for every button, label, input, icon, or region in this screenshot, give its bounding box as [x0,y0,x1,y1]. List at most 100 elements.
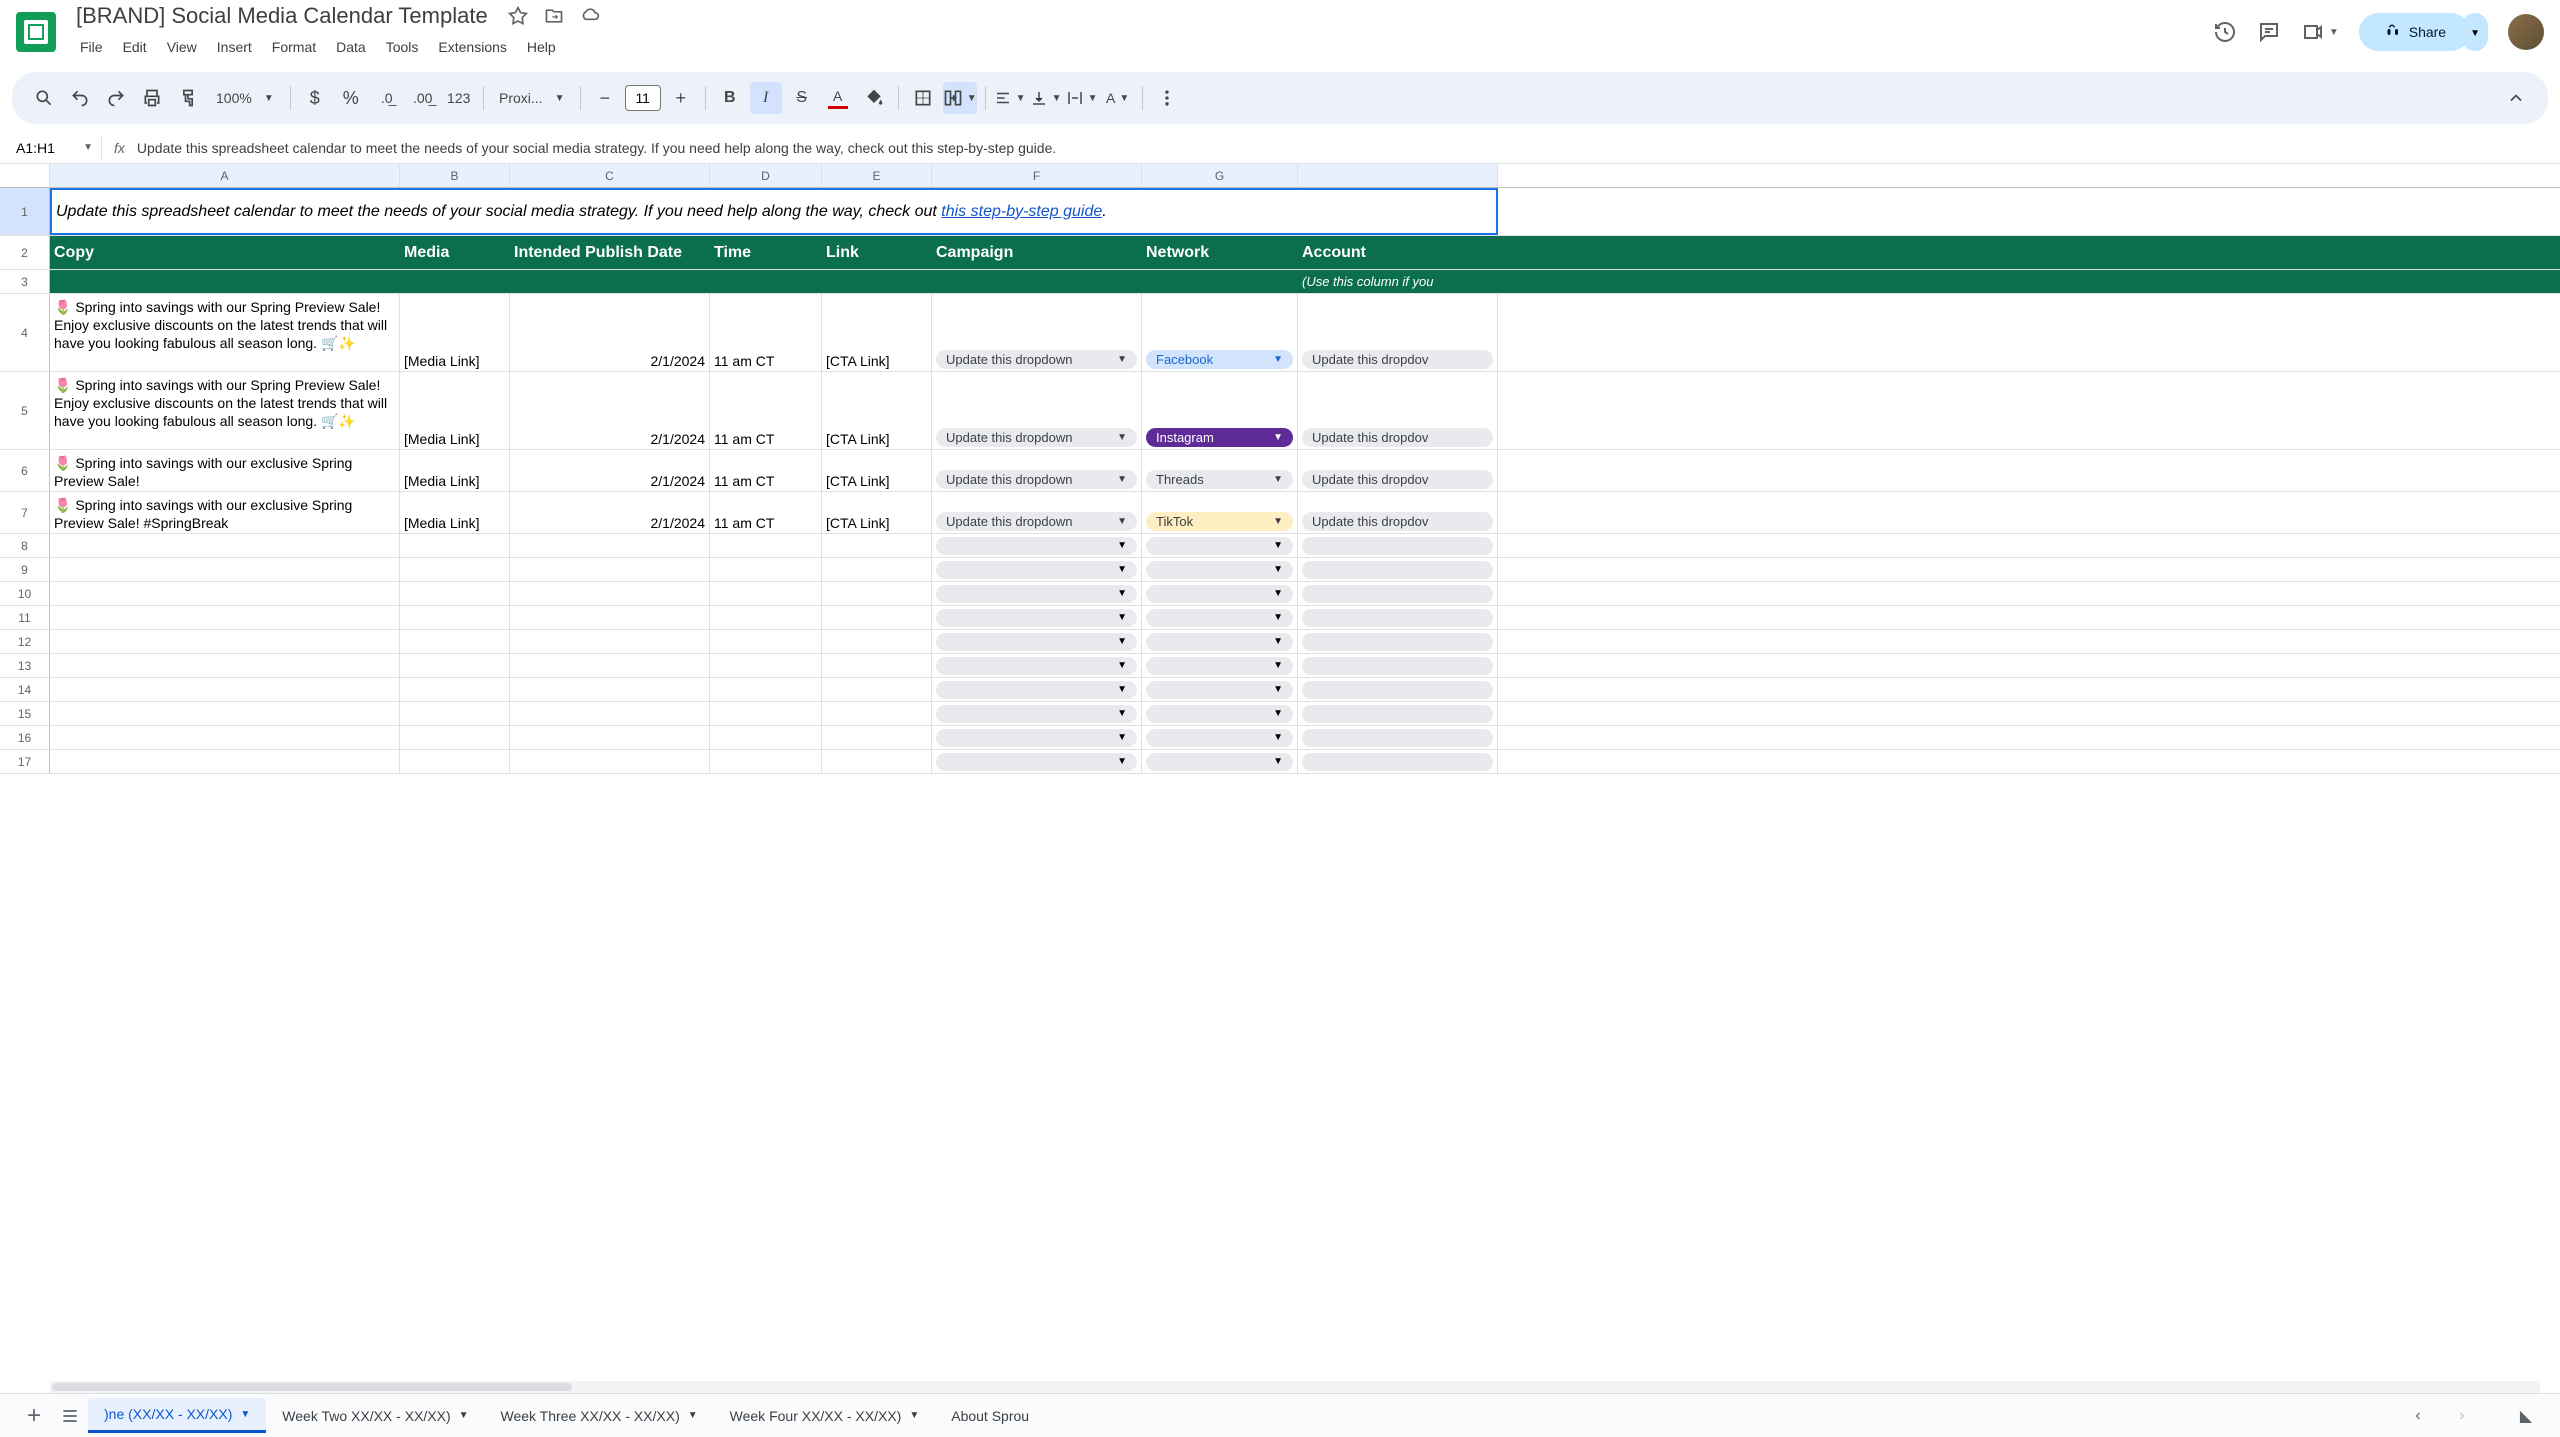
percent-icon[interactable]: % [335,82,367,114]
account-dropdown[interactable] [1302,537,1493,555]
network-dropdown[interactable]: ▼ [1146,609,1293,627]
row-header-14[interactable]: 14 [0,678,50,701]
network-dropdown[interactable]: ▼ [1146,753,1293,771]
currency-icon[interactable]: $ [299,82,331,114]
account-dropdown[interactable] [1302,705,1493,723]
zoom-select[interactable]: 100%▼ [208,82,282,114]
paint-format-icon[interactable] [172,82,204,114]
campaign-dropdown[interactable]: Update this dropdown▼ [936,512,1137,531]
col-header-E[interactable]: E [822,164,932,187]
sheet-tab-2[interactable]: Week Two XX/XX - XX/XX)▼ [266,1400,484,1432]
cloud-status-icon[interactable] [580,6,600,26]
account-dropdown[interactable] [1302,753,1493,771]
name-box[interactable]: A1:H1▼ [8,136,102,160]
menu-help[interactable]: Help [519,35,564,59]
cell-instruction[interactable]: Update this spreadsheet calendar to meet… [50,188,1498,235]
increase-font-icon[interactable]: + [665,82,697,114]
row-header-1[interactable]: 1 [0,188,50,235]
cell-account[interactable]: Update this dropdov [1298,450,1498,491]
cell-media[interactable]: [Media Link] [400,294,510,371]
menu-extensions[interactable]: Extensions [430,35,514,59]
network-dropdown[interactable]: ▼ [1146,705,1293,723]
sheet-tab-5[interactable]: About Sprou [935,1400,1045,1432]
col-header-B[interactable]: B [400,164,510,187]
cell-media[interactable]: [Media Link] [400,372,510,449]
campaign-dropdown[interactable]: Update this dropdown▼ [936,428,1137,447]
menu-format[interactable]: Format [264,35,324,59]
col-header-G[interactable]: G [1142,164,1298,187]
col-header-H[interactable] [1298,164,1498,187]
header-publish-date[interactable]: Intended Publish Date [510,236,710,269]
cell-link[interactable]: [CTA Link] [822,492,932,533]
cell-media[interactable]: [Media Link] [400,450,510,491]
account-dropdown[interactable] [1302,609,1493,627]
header-network[interactable]: Network [1142,236,1298,269]
row-header-6[interactable]: 6 [0,450,50,491]
menu-insert[interactable]: Insert [209,35,260,59]
redo-icon[interactable] [100,82,132,114]
cell-copy[interactable]: 🌷 Spring into savings with our Spring Pr… [50,372,400,449]
cell-date[interactable]: 2/1/2024 [510,450,710,491]
network-dropdown[interactable]: ▼ [1146,585,1293,603]
cell-time[interactable]: 11 am CT [710,492,822,533]
italic-icon[interactable]: I [750,82,782,114]
formula-text[interactable]: Update this spreadsheet calendar to meet… [137,140,2552,156]
cell-time[interactable]: 11 am CT [710,294,822,371]
cell-account[interactable]: Update this dropdov [1298,372,1498,449]
decrease-decimal-icon[interactable]: .0̲ [371,82,403,114]
campaign-dropdown[interactable]: ▼ [936,681,1137,699]
row-header-7[interactable]: 7 [0,492,50,533]
tab-scroll-left-icon[interactable]: ‹ [2400,1398,2436,1434]
menu-file[interactable]: File [72,35,111,59]
account-dropdown[interactable]: Update this dropdov [1302,512,1493,531]
row-header-16[interactable]: 16 [0,726,50,749]
campaign-dropdown[interactable]: ▼ [936,537,1137,555]
row-header-13[interactable]: 13 [0,654,50,677]
campaign-dropdown[interactable]: ▼ [936,585,1137,603]
cell-link[interactable]: [CTA Link] [822,372,932,449]
header-media[interactable]: Media [400,236,510,269]
account-dropdown[interactable] [1302,561,1493,579]
search-menus-icon[interactable] [28,82,60,114]
cell-campaign[interactable]: Update this dropdown▼ [932,492,1142,533]
network-dropdown[interactable]: Facebook▼ [1146,350,1293,369]
network-dropdown[interactable]: ▼ [1146,633,1293,651]
account-dropdown[interactable] [1302,657,1493,675]
campaign-dropdown[interactable]: Update this dropdown▼ [936,470,1137,489]
network-dropdown[interactable]: Instagram▼ [1146,428,1293,447]
col-header-A[interactable]: A [50,164,400,187]
collapse-toolbar-icon[interactable] [2500,82,2532,114]
campaign-dropdown[interactable]: ▼ [936,657,1137,675]
campaign-dropdown[interactable]: ▼ [936,633,1137,651]
network-dropdown[interactable]: ▼ [1146,561,1293,579]
strikethrough-icon[interactable]: S [786,82,818,114]
increase-decimal-icon[interactable]: .00̲ [407,82,439,114]
col-header-C[interactable]: C [510,164,710,187]
campaign-dropdown[interactable]: ▼ [936,729,1137,747]
sheets-logo[interactable] [16,12,56,52]
account-dropdown[interactable] [1302,729,1493,747]
history-icon[interactable] [2213,20,2237,44]
header-copy[interactable]: Copy [50,236,400,269]
account-dropdown[interactable]: Update this dropdov [1302,470,1493,489]
network-dropdown[interactable]: ▼ [1146,681,1293,699]
header-time[interactable]: Time [710,236,822,269]
campaign-dropdown[interactable]: Update this dropdown▼ [936,350,1137,369]
network-dropdown[interactable]: ▼ [1146,657,1293,675]
cell-campaign[interactable]: Update this dropdown▼ [932,450,1142,491]
more-icon[interactable] [1151,82,1183,114]
print-icon[interactable] [136,82,168,114]
subheader-account[interactable]: (Use this column if you [1298,270,1498,293]
network-dropdown[interactable]: ▼ [1146,537,1293,555]
account-dropdown[interactable] [1302,633,1493,651]
scrollbar-thumb[interactable] [52,1383,572,1391]
header-account[interactable]: Account [1298,236,1498,269]
merge-cells-icon[interactable]: ▼ [943,82,977,114]
move-icon[interactable] [544,6,564,26]
text-wrap-icon[interactable]: ▼ [1066,82,1098,114]
header-link[interactable]: Link [822,236,932,269]
cell-link[interactable]: [CTA Link] [822,294,932,371]
cell-campaign[interactable]: Update this dropdown▼ [932,294,1142,371]
network-dropdown[interactable]: Threads▼ [1146,470,1293,489]
row-header-5[interactable]: 5 [0,372,50,449]
